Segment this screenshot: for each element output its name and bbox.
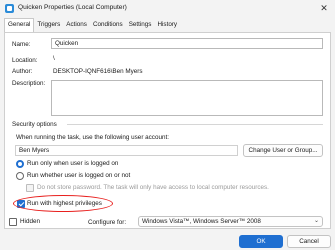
hidden-label[interactable]: Hidden (20, 218, 40, 225)
hidden-checkbox[interactable] (9, 218, 17, 226)
configure-value: Windows Vista™, Windows Server™ 2008 (142, 218, 261, 225)
name-label: Name: (12, 41, 31, 48)
tab-triggers[interactable]: Triggers (34, 19, 63, 31)
name-field[interactable]: Quicken (51, 38, 323, 49)
close-button[interactable]: ✕ (315, 1, 333, 15)
change-user-button[interactable]: Change User or Group... (243, 144, 323, 157)
section-divider (67, 124, 323, 125)
do-not-store-checkbox[interactable] (26, 184, 34, 192)
tab-general[interactable]: General (4, 18, 35, 32)
task-scheduler-icon (5, 4, 14, 13)
highlight-circle (13, 195, 113, 212)
do-not-store-label: Do not store password. The task will onl… (37, 184, 269, 191)
close-icon: ✕ (320, 3, 328, 13)
description-label: Description: (12, 80, 46, 87)
run-whether-radio[interactable] (16, 172, 24, 180)
run-logged-on-label[interactable]: Run only when user is logged on (27, 160, 118, 167)
description-field[interactable] (51, 80, 323, 116)
location-value: \ (53, 55, 55, 62)
account-prompt: When running the task, use the following… (16, 134, 169, 141)
chevron-down-icon: ⌄ (313, 218, 319, 224)
window-title: Quicken Properties (Local Computer) (18, 4, 127, 11)
tab-history[interactable]: History (154, 19, 180, 31)
tab-settings[interactable]: Settings (126, 19, 155, 31)
cancel-button[interactable]: Cancel (287, 235, 331, 248)
tab-strip: General Triggers Actions Conditions Sett… (4, 18, 180, 32)
ok-button[interactable]: OK (239, 235, 283, 248)
tab-conditions[interactable]: Conditions (90, 19, 126, 31)
security-options-label: Security options (12, 121, 57, 128)
run-whether-label[interactable]: Run whether user is logged on or not (27, 172, 130, 179)
configure-select[interactable]: Windows Vista™, Windows Server™ 2008 ⌄ (138, 216, 323, 227)
location-label: Location: (12, 57, 38, 64)
title-bar: Quicken Properties (Local Computer) ✕ (0, 0, 335, 17)
tab-actions[interactable]: Actions (63, 19, 90, 31)
run-logged-on-radio[interactable] (16, 160, 24, 168)
configure-label: Configure for: (88, 219, 127, 226)
user-account-field: Ben Myers (15, 145, 238, 156)
author-value: DESKTOP-IQNF616\Ben Myers (53, 68, 143, 75)
author-label: Author: (12, 68, 33, 75)
